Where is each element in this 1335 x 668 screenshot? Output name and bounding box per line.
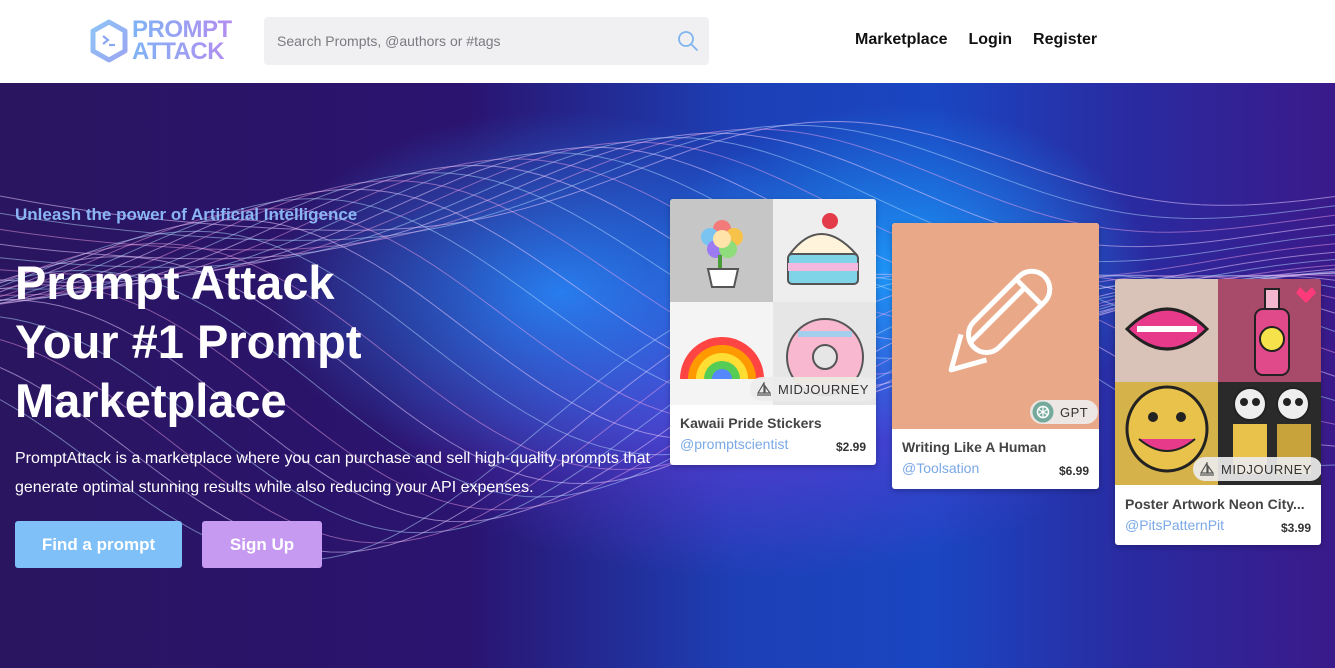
headline-line-2: Your #1 Prompt <box>15 315 362 368</box>
card-author[interactable]: @promptscientist <box>680 436 788 452</box>
main-nav: Marketplace Login Register <box>855 31 1118 49</box>
hero-headline: Prompt Attack Your #1 Prompt Marketplace <box>15 253 361 430</box>
card-image-neon-poster <box>1115 279 1321 485</box>
badge-label: MIDJOURNEY <box>778 381 869 397</box>
card-price: $3.99 <box>1280 521 1311 535</box>
card-price: $6.99 <box>1058 464 1089 478</box>
logo-text: PROMPT ATTACK <box>132 19 232 63</box>
terminal-hex-icon <box>90 19 128 63</box>
top-header: PROMPT ATTACK Marketplace Login Register <box>0 0 1335 83</box>
card-image-pencil <box>892 223 1099 429</box>
sailboat-icon <box>1199 462 1215 476</box>
search-icon[interactable] <box>677 30 699 52</box>
card-author[interactable]: @PitsPatternPit <box>1125 517 1224 533</box>
face-art <box>1125 385 1209 473</box>
badge-label: MIDJOURNEY <box>1221 461 1312 477</box>
card-price: $2.99 <box>835 440 866 454</box>
card-title[interactable]: Writing Like A Human <box>902 439 1046 455</box>
model-badge: MIDJOURNEY <box>750 377 876 401</box>
card-title[interactable]: Poster Artwork Neon City... <box>1125 496 1313 512</box>
model-badge: GPT <box>1030 400 1099 424</box>
headline-line-3: Marketplace <box>15 374 287 427</box>
card-author[interactable]: @Toolsation <box>902 460 979 476</box>
sign-up-button[interactable]: Sign Up <box>202 521 322 568</box>
nav-register[interactable]: Register <box>1033 31 1097 49</box>
model-badge: MIDJOURNEY <box>1193 457 1321 481</box>
search-box <box>264 17 709 65</box>
prompt-card-writing[interactable]: GPT Writing Like A Human @Toolsation $6.… <box>892 223 1099 489</box>
hero-description: PromptAttack is a marketplace where you … <box>15 450 650 496</box>
prompt-card-kawaii[interactable]: MIDJOURNEY Kawaii Pride Stickers @prompt… <box>670 199 876 465</box>
card-title[interactable]: Kawaii Pride Stickers <box>680 415 822 431</box>
prompt-card-poster[interactable]: MIDJOURNEY Poster Artwork Neon City... @… <box>1115 279 1321 545</box>
hero-tagline: Unleash the power of Artificial Intellig… <box>15 205 358 224</box>
find-prompt-button[interactable]: Find a prompt <box>15 521 182 568</box>
search-input[interactable] <box>264 17 664 65</box>
logo[interactable]: PROMPT ATTACK <box>90 18 232 64</box>
card-image-stickers <box>670 199 876 405</box>
openai-icon <box>1032 401 1054 423</box>
wave-line <box>0 132 1335 260</box>
logo-line-2: ATTACK <box>132 38 225 65</box>
headline-line-1: Prompt Attack <box>15 256 335 309</box>
sailboat-icon <box>756 382 772 396</box>
nav-login[interactable]: Login <box>969 31 1013 49</box>
badge-label: GPT <box>1060 404 1089 420</box>
nav-marketplace[interactable]: Marketplace <box>855 31 948 49</box>
